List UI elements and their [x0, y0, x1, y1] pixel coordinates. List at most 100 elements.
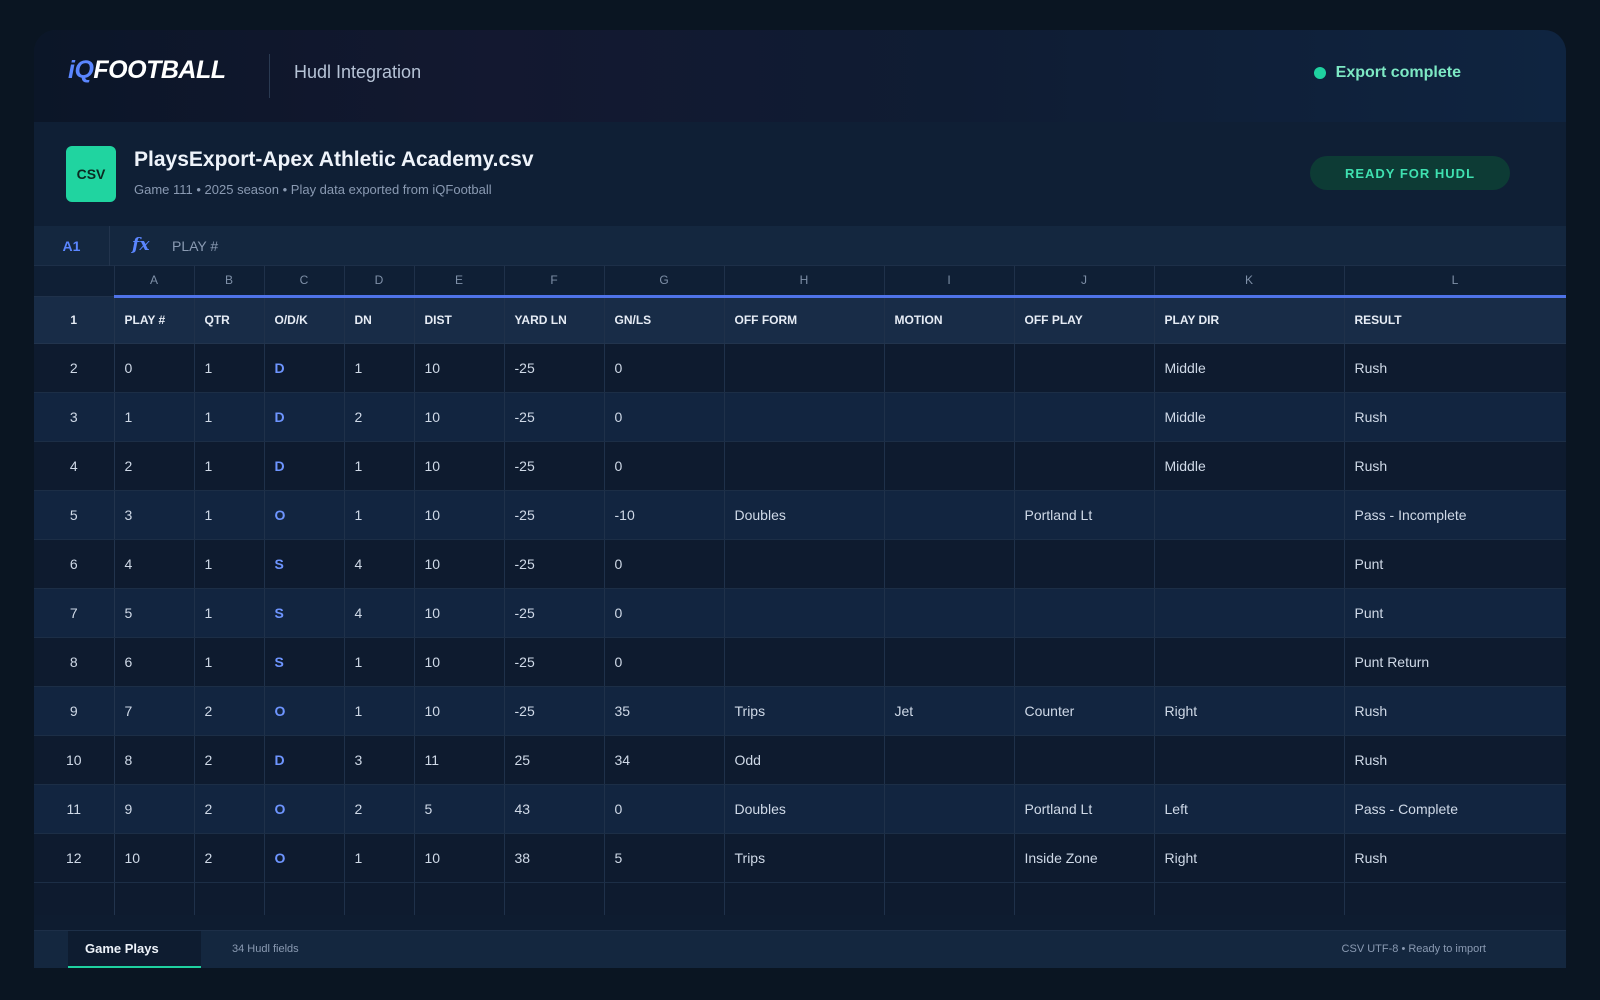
table-cell[interactable] [1154, 882, 1345, 915]
table-cell[interactable]: 25 [504, 735, 605, 785]
table-cell[interactable]: 35 [604, 686, 725, 736]
header-cell[interactable]: DN [344, 296, 415, 344]
table-cell[interactable] [344, 882, 415, 915]
table-cell[interactable] [1154, 588, 1345, 638]
table-cell[interactable]: 1 [194, 392, 265, 442]
table-cell[interactable]: O [264, 833, 345, 883]
table-cell[interactable] [884, 882, 1015, 915]
table-cell[interactable]: 7 [114, 686, 195, 736]
table-cell[interactable]: -25 [504, 588, 605, 638]
table-cell[interactable]: 2 [194, 833, 265, 883]
table-cell[interactable]: 10 [414, 686, 505, 736]
table-cell[interactable] [724, 588, 885, 638]
table-cell[interactable]: 2 [344, 392, 415, 442]
table-cell[interactable]: 5 [414, 784, 505, 834]
table-cell[interactable]: -25 [504, 637, 605, 687]
table-cell[interactable]: -25 [504, 686, 605, 736]
table-cell[interactable]: 0 [604, 441, 725, 491]
table-cell[interactable]: 43 [504, 784, 605, 834]
tab-game-plays[interactable]: Game Plays [68, 931, 201, 968]
table-cell[interactable]: 10 [414, 490, 505, 540]
table-cell[interactable]: -25 [504, 392, 605, 442]
table-cell[interactable]: 0 [604, 392, 725, 442]
table-cell[interactable]: 11 [414, 735, 505, 785]
header-cell[interactable]: DIST [414, 296, 505, 344]
cell-reference[interactable]: A1 [34, 226, 110, 266]
row-number[interactable]: 9 [34, 686, 115, 736]
table-cell[interactable]: Jet [884, 686, 1015, 736]
table-cell[interactable]: Rush [1344, 392, 1566, 442]
header-cell[interactable]: PLAY # [114, 296, 195, 344]
table-cell[interactable] [1014, 441, 1155, 491]
table-cell[interactable]: 1 [194, 343, 265, 393]
column-letter[interactable]: C [264, 266, 345, 298]
table-cell[interactable]: 3 [114, 490, 195, 540]
row-number[interactable]: 2 [34, 343, 115, 393]
table-cell[interactable]: 2 [114, 441, 195, 491]
table-cell[interactable] [884, 833, 1015, 883]
table-cell[interactable]: D [264, 735, 345, 785]
table-cell[interactable] [114, 882, 195, 915]
table-cell[interactable] [724, 441, 885, 491]
table-cell[interactable]: 2 [344, 784, 415, 834]
select-all-corner[interactable] [34, 266, 115, 297]
column-letter[interactable]: J [1014, 266, 1155, 298]
table-cell[interactable]: 0 [604, 343, 725, 393]
table-cell[interactable] [724, 637, 885, 687]
column-letter[interactable]: E [414, 266, 505, 298]
table-cell[interactable] [1014, 882, 1155, 915]
table-cell[interactable]: Counter [1014, 686, 1155, 736]
table-cell[interactable]: 3 [344, 735, 415, 785]
column-letter[interactable]: B [194, 266, 265, 298]
table-cell[interactable]: Trips [724, 686, 885, 736]
column-letter[interactable]: G [604, 266, 725, 298]
table-cell[interactable]: Inside Zone [1014, 833, 1155, 883]
table-cell[interactable]: 2 [194, 686, 265, 736]
header-cell[interactable]: OFF FORM [724, 296, 885, 344]
table-cell[interactable] [1014, 539, 1155, 589]
header-cell[interactable]: RESULT [1344, 296, 1566, 344]
table-cell[interactable] [1014, 588, 1155, 638]
table-cell[interactable]: 2 [194, 784, 265, 834]
table-cell[interactable]: 38 [504, 833, 605, 883]
column-letter[interactable]: L [1344, 266, 1566, 298]
header-cell[interactable]: QTR [194, 296, 265, 344]
row-number[interactable] [34, 882, 115, 915]
table-cell[interactable]: 10 [414, 392, 505, 442]
formula-input[interactable]: PLAY # [172, 238, 218, 254]
table-cell[interactable] [194, 882, 265, 915]
table-cell[interactable]: Right [1154, 686, 1345, 736]
table-cell[interactable]: 9 [114, 784, 195, 834]
table-cell[interactable]: 1 [344, 686, 415, 736]
table-cell[interactable] [884, 490, 1015, 540]
table-cell[interactable]: -25 [504, 539, 605, 589]
table-cell[interactable] [724, 343, 885, 393]
table-cell[interactable]: 1 [344, 490, 415, 540]
header-cell[interactable]: MOTION [884, 296, 1015, 344]
table-cell[interactable]: Left [1154, 784, 1345, 834]
table-cell[interactable]: 10 [414, 833, 505, 883]
table-cell[interactable]: 1 [194, 441, 265, 491]
table-cell[interactable] [884, 392, 1015, 442]
table-cell[interactable] [1344, 882, 1566, 915]
table-cell[interactable]: 0 [604, 784, 725, 834]
header-cell[interactable]: YARD LN [504, 296, 605, 344]
table-cell[interactable]: 4 [344, 588, 415, 638]
table-cell[interactable]: Punt Return [1344, 637, 1566, 687]
table-cell[interactable] [414, 882, 505, 915]
table-cell[interactable]: 10 [414, 539, 505, 589]
table-cell[interactable]: D [264, 343, 345, 393]
table-cell[interactable]: 1 [114, 392, 195, 442]
table-cell[interactable]: S [264, 539, 345, 589]
table-cell[interactable]: 10 [414, 588, 505, 638]
table-cell[interactable]: -25 [504, 343, 605, 393]
table-cell[interactable] [504, 882, 605, 915]
table-cell[interactable] [1014, 392, 1155, 442]
table-cell[interactable]: -10 [604, 490, 725, 540]
row-number[interactable]: 5 [34, 490, 115, 540]
table-cell[interactable]: 1 [344, 343, 415, 393]
table-cell[interactable]: 8 [114, 735, 195, 785]
table-cell[interactable] [264, 882, 345, 915]
table-cell[interactable]: D [264, 392, 345, 442]
table-cell[interactable] [884, 588, 1015, 638]
